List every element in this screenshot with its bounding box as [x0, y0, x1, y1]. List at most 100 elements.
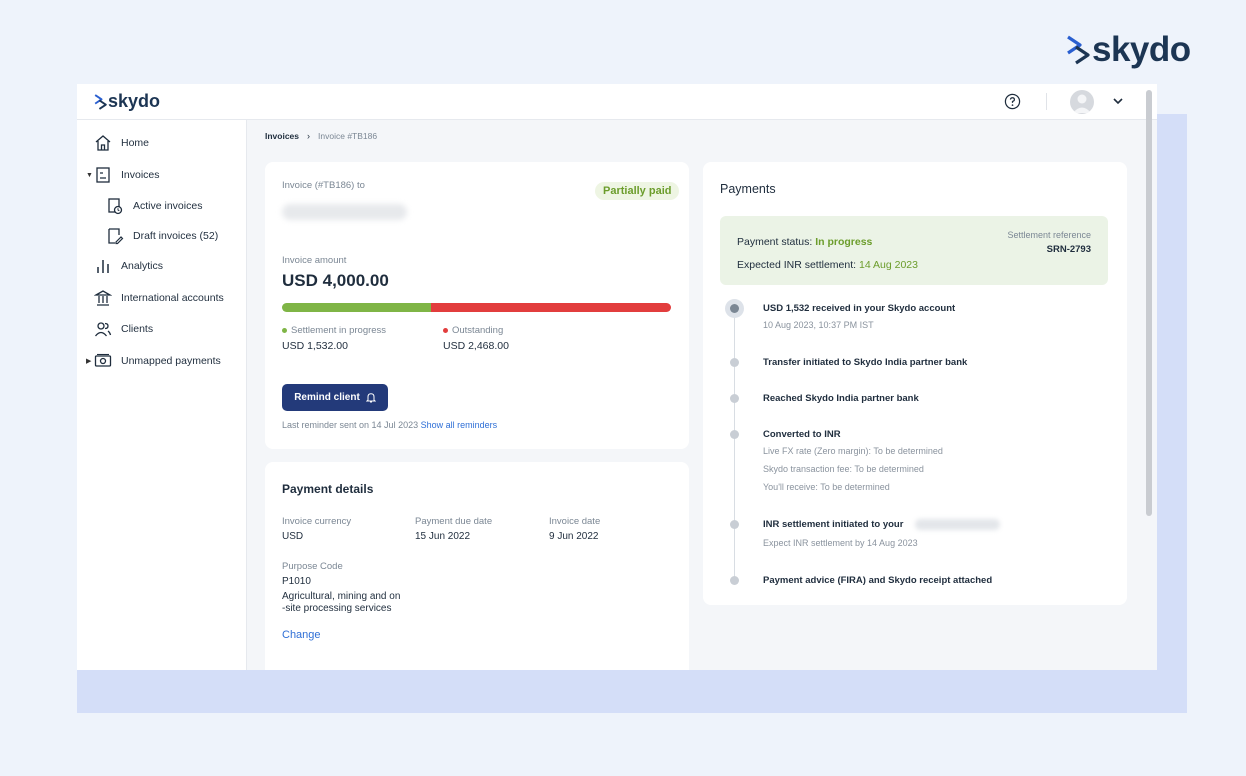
- timeline-step-title: Transfer initiated to Skydo India partne…: [763, 357, 968, 368]
- timeline-step-detail: Expect INR settlement by 14 Aug 2023: [763, 538, 918, 548]
- sidebar-item-clients[interactable]: Clients: [94, 318, 153, 340]
- timeline-dot-active: [725, 299, 744, 318]
- outstanding-label-text: Outstanding: [452, 325, 504, 336]
- sidebar-item-draft-invoices[interactable]: Draft invoices (52): [106, 225, 218, 247]
- timeline-step-title: Converted to INR: [763, 429, 841, 440]
- top-bar: skydo: [77, 84, 1157, 120]
- timeline-step-detail: 10 Aug 2023, 10:37 PM IST: [763, 320, 874, 330]
- invoice-heading: Invoice (#TB186) to: [282, 180, 365, 191]
- avatar[interactable]: [1070, 90, 1094, 114]
- outstanding-value: USD 2,468.00: [443, 340, 509, 352]
- breadcrumb: Invoices › Invoice #TB186: [265, 131, 377, 141]
- invoice-date-value: 9 Jun 2022: [549, 531, 599, 542]
- brand-name-large: skydo: [1092, 30, 1191, 69]
- divider: [1046, 93, 1047, 110]
- skydo-logo-icon: [94, 93, 107, 110]
- timeline-step-title: INR settlement initiated to your: [763, 519, 904, 530]
- main-content: Invoices › Invoice #TB186 Invoice (#TB18…: [248, 120, 1157, 670]
- expected-settlement-label: Expected INR settlement:: [737, 259, 857, 271]
- currency-label: Invoice currency: [282, 516, 352, 527]
- payment-status: Payment status: In progress: [737, 236, 872, 248]
- last-reminder-text: Last reminder sent on 14 Jul 2023 Show a…: [282, 420, 497, 430]
- sidebar-item-international-accounts[interactable]: International accounts: [94, 287, 224, 309]
- payment-details-card: Payment details Invoice currency USD Pay…: [265, 462, 689, 670]
- progress-settled: [282, 303, 431, 312]
- due-date-label: Payment due date: [415, 516, 493, 527]
- payment-progress-bar: [282, 303, 671, 312]
- payment-status-box: Payment status: In progress Expected INR…: [720, 216, 1108, 285]
- breadcrumb-invoices-link[interactable]: Invoices: [265, 131, 299, 141]
- sidebar-item-invoices[interactable]: ▼ Invoices: [86, 164, 160, 186]
- breadcrumb-current: Invoice #TB186: [318, 131, 378, 141]
- skydo-logo-icon: [1067, 35, 1090, 65]
- sidebar-item-analytics[interactable]: Analytics: [94, 255, 163, 277]
- home-icon: [95, 135, 111, 151]
- chevron-down-icon[interactable]: [1112, 95, 1124, 107]
- chevron-right-icon: ›: [307, 131, 311, 141]
- timeline-dot: [730, 520, 739, 529]
- brand-logo[interactable]: skydo: [94, 91, 160, 112]
- payments-title: Payments: [720, 182, 776, 196]
- payments-card: Payments Payment status: In progress Exp…: [703, 162, 1127, 605]
- caret-down-icon: ▼: [86, 171, 93, 179]
- invoice-summary-card: Invoice (#TB186) to Partially paid Invoi…: [265, 162, 689, 449]
- timeline-step-detail: You'll receive: To be determined: [763, 482, 890, 492]
- analytics-icon: [97, 260, 109, 273]
- sidebar-item-active-invoices[interactable]: Active invoices: [106, 195, 202, 217]
- timeline-line: [734, 307, 735, 582]
- show-all-reminders-link[interactable]: Show all reminders: [421, 420, 498, 430]
- sidebar-item-unmapped-payments[interactable]: ▶ Unmapped payments: [86, 350, 221, 372]
- payment-details-title: Payment details: [282, 482, 374, 496]
- timeline-dot: [730, 358, 739, 367]
- invoice-date-label: Invoice date: [549, 516, 601, 527]
- payments-icon: [94, 353, 112, 367]
- sidebar: Home ▼ Invoices Active invoices Draft in…: [77, 120, 247, 670]
- timeline-dot: [730, 430, 739, 439]
- settlement-reference-value: SRN-2793: [1046, 244, 1091, 255]
- expected-settlement: Expected INR settlement: 14 Aug 2023: [737, 259, 918, 271]
- green-dot-icon: [282, 327, 287, 333]
- progress-outstanding: [430, 303, 671, 312]
- currency-value: USD: [282, 531, 304, 542]
- status-badge: Partially paid: [595, 182, 680, 200]
- timeline-step-title: USD 1,532 received in your Skydo account: [763, 303, 956, 314]
- settlement-reference-label: Settlement reference: [1007, 230, 1091, 240]
- sidebar-item-label: Home: [121, 137, 150, 149]
- payment-status-value: In progress: [815, 236, 873, 248]
- active-invoice-icon: [108, 198, 123, 215]
- purpose-code-label: Purpose Code: [282, 561, 343, 572]
- sidebar-item-label: International accounts: [121, 292, 224, 304]
- timeline-dot: [730, 576, 739, 585]
- user-icon: [1073, 94, 1091, 113]
- invoice-icon: [96, 167, 110, 183]
- change-purpose-link[interactable]: Change: [282, 629, 321, 641]
- remind-client-button[interactable]: Remind client: [282, 384, 388, 411]
- red-dot-icon: [443, 327, 448, 333]
- sidebar-item-label: Active invoices: [133, 200, 203, 212]
- due-date-value: 15 Jun 2022: [415, 531, 471, 542]
- timeline-step-title: Reached Skydo India partner bank: [763, 393, 919, 404]
- bank-icon: [94, 290, 112, 306]
- sidebar-item-label: Unmapped payments: [121, 355, 221, 367]
- timeline-dot: [730, 394, 739, 403]
- settlement-label: Settlement in progress: [282, 325, 386, 336]
- account-name-redacted: [915, 519, 1000, 530]
- sidebar-item-home[interactable]: Home: [94, 132, 149, 154]
- help-icon[interactable]: [1004, 93, 1021, 110]
- remind-client-label: Remind client: [294, 392, 360, 403]
- settlement-label-text: Settlement in progress: [291, 325, 387, 336]
- caret-right-icon: ▶: [86, 358, 92, 365]
- brand-logo-large: skydo: [1066, 30, 1191, 70]
- sidebar-item-label: Clients: [121, 323, 154, 335]
- purpose-code-value: P1010: [282, 576, 311, 587]
- purpose-description: Agricultural, mining and on -site proces…: [282, 591, 401, 614]
- clients-icon: [94, 322, 112, 337]
- expected-settlement-value: 14 Aug 2023: [858, 259, 918, 271]
- brand-name: skydo: [108, 91, 161, 111]
- sidebar-item-label: Draft invoices (52): [133, 230, 219, 242]
- payment-status-label: Payment status:: [737, 236, 813, 248]
- draft-invoice-icon: [108, 228, 124, 245]
- outstanding-label: Outstanding: [443, 325, 503, 336]
- timeline-step-detail: Skydo transaction fee: To be determined: [763, 464, 924, 474]
- client-name-redacted: [282, 204, 407, 220]
